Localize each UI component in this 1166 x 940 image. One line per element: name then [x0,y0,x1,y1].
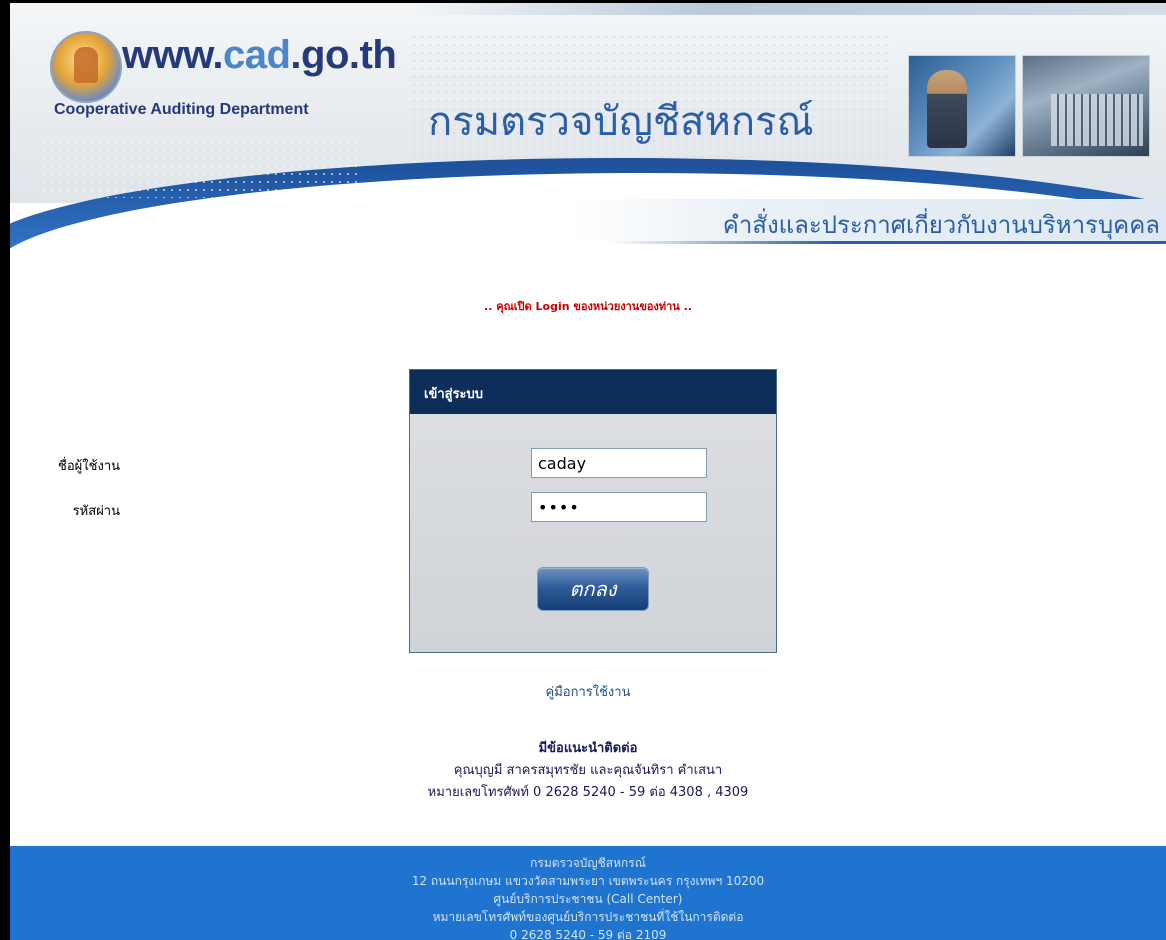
footer-address: 12 ถนนกรุงเกษม แขวงวัดสามพระยา เขตพระนคร… [411,874,765,888]
header-photo-phone [908,55,1016,157]
login-notice: .. คุณเปิด Login ของหน่วยงานของท่าน .. [484,300,692,313]
department-name-en: Cooperative Auditing Department [54,101,309,118]
site-url-logo: www.cad.go.th [122,33,397,78]
footer: กรมตรวจบัญชีสหกรณ์ 12 ถนนกรุงเกษม แขวงวั… [10,846,1166,940]
site-url-accent: cad [222,33,291,77]
password-label: รหัสผ่าน [72,504,120,519]
login-panel-title: เข้าสู่ระบบ [424,387,484,402]
footer-department: กรมตรวจบัญชีสหกรณ์ [530,856,646,870]
contact-phone: หมายเลขโทรศัพท์ 0 2628 5240 - 59 ต่อ 430… [427,785,749,800]
window-frame-left [0,0,10,940]
username-label: ชื่อผู้ใช้งาน [58,459,120,474]
login-panel-header: เข้าสู่ระบบ [410,370,776,414]
site-url-prefix: www. [122,33,223,77]
user-manual-link[interactable]: คู่มือการใช้งาน [10,681,1166,702]
footer-phone-number: 0 2628 5240 - 59 ต่อ 2109 [509,928,667,940]
page: www.cad.go.th Cooperative Auditing Depar… [10,3,1166,940]
header-photo-keyboard [1022,55,1150,157]
cad-seal-icon [50,31,122,103]
contact-names: คุณบุญมี สาครสมุทรชัย และคุณจันทิรา คำเส… [453,763,723,778]
password-field[interactable] [531,492,707,522]
header-banner: www.cad.go.th Cooperative Auditing Depar… [10,3,1166,265]
header-dot-pattern-left [40,138,360,198]
department-title-th: กรมตรวจบัญชีสหกรณ์ [428,99,814,145]
subtitle-underline [610,241,1166,244]
footer-call-center: ศูนย์บริการประชาชน (Call Center) [493,892,683,906]
page-subtitle: คำสั่งและประกาศเกี่ยวกับงานบริหารบุคคล [722,211,1160,239]
site-url-suffix: .go.th [290,33,397,77]
submit-button[interactable]: ตกลง [537,567,649,611]
contact-title: มีข้อแนะนำติดต่อ [538,741,638,756]
header-top-stripe [410,3,1166,15]
username-field[interactable] [531,448,707,478]
footer-phone-caption: หมายเลขโทรศัพท์ของศูนย์บริการประชาชนที่ใ… [432,910,744,924]
